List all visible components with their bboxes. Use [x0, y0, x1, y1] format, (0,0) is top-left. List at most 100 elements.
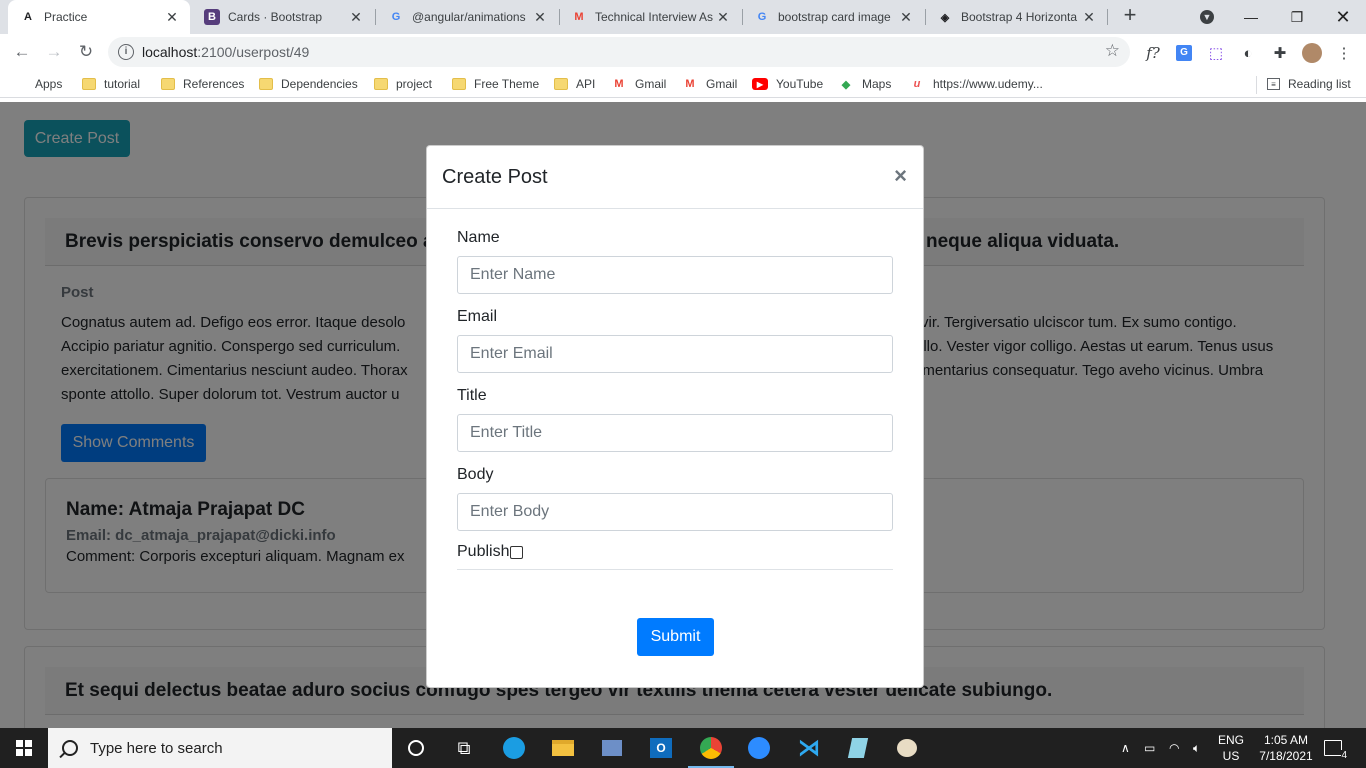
title-form-group: Title Enter Title: [457, 387, 893, 452]
restore-button[interactable]: ❐: [1274, 0, 1320, 34]
title-input[interactable]: Enter Title: [457, 414, 893, 452]
body-input[interactable]: Enter Body: [457, 493, 893, 531]
language-indicator[interactable]: ENG US: [1218, 732, 1244, 764]
screenshot-extension-icon[interactable]: ⬚: [1205, 42, 1227, 64]
system-clock[interactable]: 1:05 AM 7/18/2021: [1253, 732, 1319, 764]
close-icon[interactable]: ✕: [532, 9, 548, 25]
modal-header: Create Post ×: [427, 146, 923, 209]
tab-separator: [1107, 9, 1108, 25]
cortana-icon[interactable]: [400, 732, 432, 764]
clock-time: 1:05 AM: [1263, 733, 1309, 747]
extensions-puzzle-icon[interactable]: ✚: [1269, 42, 1291, 64]
forward-button[interactable]: →: [40, 38, 68, 66]
gmail-icon: M: [614, 78, 624, 90]
windows-taskbar: Type here to search ⧉ O ⋊ ∧ ▭ ◠ 🔈︎ ENG U…: [0, 728, 1366, 768]
modal-divider: [457, 569, 893, 570]
close-window-button[interactable]: ✕: [1320, 0, 1366, 34]
wifi-icon[interactable]: ◠: [1169, 728, 1179, 768]
tab-angular-animations[interactable]: G @angular/animations ✕: [376, 0, 558, 34]
modal-title: Create Post: [442, 166, 548, 188]
keyboard-layout: US: [1222, 749, 1240, 763]
volume-icon[interactable]: 🔈︎: [1193, 728, 1200, 768]
bookmark-label: API: [576, 77, 596, 91]
tab-cards-bootstrap[interactable]: B Cards · Bootstrap ✕: [192, 0, 374, 34]
network-app-icon[interactable]: [596, 732, 628, 764]
name-label: Name: [457, 229, 500, 246]
taskbar-search-box[interactable]: Type here to search: [48, 728, 392, 768]
bookmark-udemy[interactable]: u https://www.udemy...: [909, 75, 1043, 93]
tab-title: bootstrap card image: [778, 10, 891, 24]
bookmark-tutorial[interactable]: tutorial: [82, 75, 140, 93]
reload-button[interactable]: ↻: [72, 38, 100, 66]
tab-bootstrap-card-image[interactable]: G bootstrap card image ✕: [742, 0, 924, 34]
bookmark-label: Dependencies: [281, 77, 358, 91]
bookmark-youtube[interactable]: ▶ YouTube: [752, 75, 823, 93]
menu-kebab-icon[interactable]: ⋮: [1333, 42, 1355, 64]
bookmark-maps[interactable]: ◆ Maps: [838, 75, 892, 93]
address-bar[interactable]: i localhost:2100/userpost/49 ☆: [108, 37, 1130, 67]
back-button[interactable]: ←: [8, 38, 36, 66]
bookmark-gmail[interactable]: M Gmail: [611, 75, 666, 93]
formula-extension-icon[interactable]: f?: [1142, 42, 1164, 64]
bookmark-label: Gmail: [706, 77, 738, 91]
reading-list-button[interactable]: ≡ Reading list: [1267, 75, 1351, 93]
email-input[interactable]: Enter Email: [457, 335, 893, 373]
close-icon[interactable]: ✕: [164, 9, 180, 25]
folder-icon: [554, 78, 568, 90]
notepad-icon[interactable]: [842, 732, 874, 764]
translate-extension-icon[interactable]: G: [1173, 42, 1195, 64]
bookmark-api[interactable]: API: [554, 75, 595, 93]
bookmark-label: References: [183, 77, 245, 91]
modal-close-button[interactable]: ×: [894, 164, 907, 188]
tab-bootstrap-horizontal[interactable]: ◈ Bootstrap 4 Horizonta ✕: [925, 0, 1107, 34]
page-content: Create Post Brevis perspiciatis conservo…: [0, 102, 1366, 728]
bookmark-references[interactable]: References: [161, 75, 244, 93]
name-input[interactable]: Enter Name: [457, 256, 893, 294]
bookmark-apps[interactable]: Apps: [14, 75, 62, 93]
minimize-button[interactable]: —: [1228, 0, 1274, 34]
start-button[interactable]: [0, 728, 48, 768]
bookmark-gmail-2[interactable]: M Gmail: [682, 75, 737, 93]
tab-search-button[interactable]: ▼: [1184, 0, 1230, 34]
tab-strip: A Practice ✕ B Cards · Bootstrap ✕ G @an…: [0, 0, 1366, 34]
submit-button[interactable]: Submit: [637, 618, 714, 656]
bootstrap-icon: B: [204, 9, 220, 25]
vscode-icon[interactable]: ⋊: [793, 732, 825, 764]
bookmarks-separator: [1256, 76, 1257, 94]
folder-icon: [82, 78, 96, 90]
maps-icon: ◆: [841, 78, 851, 91]
battery-icon[interactable]: ▭: [1144, 728, 1155, 768]
bookmark-star-icon[interactable]: ☆: [1105, 41, 1120, 61]
paint-icon[interactable]: [891, 732, 923, 764]
bookmark-free-theme[interactable]: Free Theme: [452, 75, 539, 93]
publish-checkbox[interactable]: [510, 545, 524, 559]
bookmark-project[interactable]: project: [374, 75, 432, 93]
close-icon[interactable]: ✕: [898, 9, 914, 25]
edge-icon[interactable]: [498, 732, 530, 764]
close-icon[interactable]: ✕: [1081, 9, 1097, 25]
youtube-icon: ▶: [752, 78, 768, 90]
notification-count: 4: [1341, 750, 1347, 761]
info-icon[interactable]: i: [118, 44, 134, 60]
bookmark-label: Apps: [35, 77, 63, 91]
bookmark-dependencies[interactable]: Dependencies: [259, 75, 358, 93]
outlook-icon[interactable]: O: [645, 732, 677, 764]
dark-reader-extension-icon[interactable]: ◐: [1237, 42, 1259, 64]
chrome-icon[interactable]: [695, 732, 727, 764]
tab-title: Bootstrap 4 Horizonta: [961, 10, 1078, 24]
tab-technical-interview[interactable]: M Technical Interview As ✕: [559, 0, 741, 34]
profile-avatar[interactable]: [1301, 42, 1323, 64]
task-view-icon[interactable]: ⧉: [448, 732, 480, 764]
notifications-button[interactable]: 4: [1324, 728, 1347, 768]
url-host: localhost: [142, 44, 198, 60]
file-explorer-icon[interactable]: [547, 732, 579, 764]
zoom-icon[interactable]: [743, 732, 775, 764]
tab-practice[interactable]: A Practice ✕: [8, 0, 190, 34]
codeply-icon: ◈: [940, 11, 950, 24]
new-tab-button[interactable]: +: [1119, 4, 1141, 27]
folder-icon: [452, 78, 466, 90]
close-icon[interactable]: ✕: [348, 9, 364, 25]
close-icon[interactable]: ✕: [715, 9, 731, 25]
tray-chevron-up-icon[interactable]: ∧: [1121, 728, 1130, 768]
title-label: Title: [457, 387, 487, 404]
